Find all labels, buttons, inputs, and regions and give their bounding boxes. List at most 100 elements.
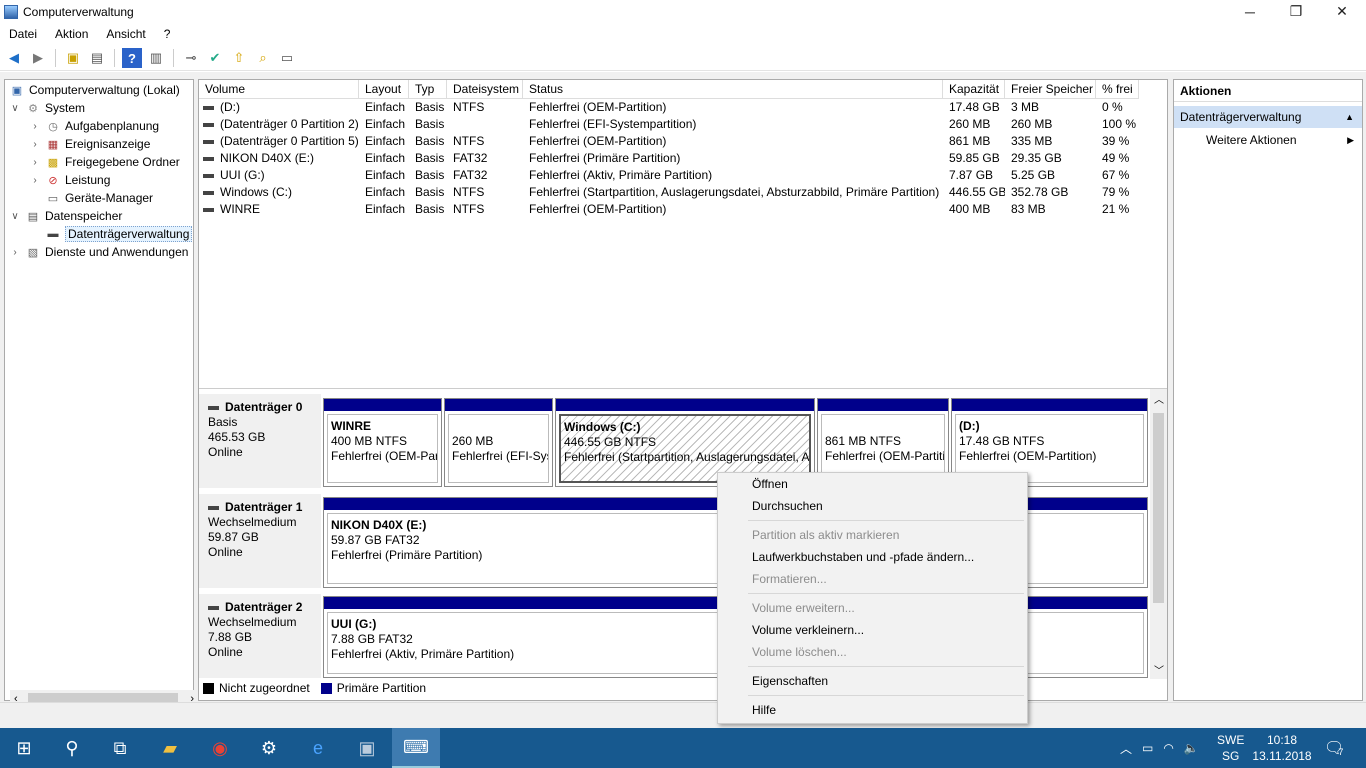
actions-section-datentraegerverwaltung[interactable]: Datenträgerverwaltung ▲ [1174,106,1362,128]
notifications-icon[interactable]: 🗨 7 [1324,728,1344,768]
tree-item-ereignisanzeige[interactable]: › ▦ Ereignisanzeige [29,135,150,153]
tree-item-leistung[interactable]: › ⊘ Leistung [29,171,110,189]
column-header-layout[interactable]: Layout [359,80,409,98]
menu-item-explore[interactable]: Durchsuchen [752,499,823,513]
table-row[interactable]: WINRE Einfach Basis NTFS Fehlerfrei (OEM-Par… [199,201,1139,218]
volume-drive-icon [203,207,214,212]
table-cell: Basis [415,134,445,148]
table-cell: Einfach [365,117,406,131]
column-header-freier-speicher[interactable]: Freier Speicher [1005,80,1096,98]
chevron-right-icon[interactable]: › [9,247,21,258]
menu-datei[interactable]: Datei [0,27,46,41]
tree-item-dienste[interactable]: › ▧ Dienste und Anwendungen [9,243,188,261]
settings-gear-icon[interactable]: ⚙ [245,728,293,768]
connect-drive-icon[interactable]: ⊸ [181,48,201,68]
menu-item-shrink-volume[interactable]: Volume verkleinern... [752,623,864,637]
upload-folder-icon[interactable]: ⇧ [229,48,249,68]
table-cell: Einfach [365,100,406,114]
clock[interactable]: 10:18 13.11.2018 [1252,728,1311,768]
column-header-status[interactable]: Status [523,80,943,98]
graphic-vertical-scrollbar[interactable]: ︿ ﹀ [1150,389,1167,679]
chevron-right-icon[interactable]: › [29,121,41,132]
wifi-icon[interactable]: ◠ [1163,741,1173,755]
table-cell: Basis [415,117,445,131]
start-windows-icon[interactable]: ⊞ [0,728,48,768]
table-cell: 7.87 GB [949,168,994,182]
table-row[interactable]: (D:) Einfach Basis NTFS Fehlerfrei (OEM-Part… [199,99,1139,116]
chevron-right-icon[interactable]: › [29,175,41,186]
table-row[interactable]: UUI (G:) Einfach Basis FAT32 Fehlerfrei (Akt… [199,167,1139,184]
disk-label-2[interactable]: Datenträger 2 Wechselmedium 7.88 GB Onli… [199,594,321,679]
chevron-down-icon[interactable]: ∨ [9,211,21,222]
actions-pane: Aktionen Datenträgerverwaltung ▲ Weitere … [1173,79,1363,701]
show-hide-tree-icon[interactable]: ▤ [87,48,107,68]
chevron-right-icon[interactable]: › [29,139,41,150]
menu-aktion[interactable]: Aktion [46,27,97,41]
menu-ansicht[interactable]: Ansicht [97,27,154,41]
tree-item-aufgabenplanung[interactable]: › ◷ Aufgabenplanung [29,117,159,135]
table-cell: NTFS [453,185,485,199]
tree-item-datentraegerverwaltung[interactable]: ▬ Datenträgerverwaltung [45,225,193,243]
disk-label-0[interactable]: Datenträger 0 Basis 465.53 GB Online [199,394,321,489]
properties-icon[interactable]: ▭ [277,48,297,68]
menu-item-properties[interactable]: Eigenschaften [752,674,828,688]
table-row[interactable]: Windows (C:) Einfach Basis NTFS Fehlerfrei (… [199,184,1139,201]
maximize-button[interactable]: ❐ [1273,0,1319,23]
battery-icon[interactable]: ▭ [1142,741,1153,755]
tree-item-system[interactable]: ∨ ⚙ System [9,99,85,117]
table-cell: Fehlerfrei (OEM-Partition) [529,134,667,148]
remote-desktop-icon[interactable]: ▣ [343,728,391,768]
tree-item-root[interactable]: ▣ Computerverwaltung (Lokal) [9,81,180,99]
column-header-prozent-frei[interactable]: % frei [1096,80,1139,98]
tree-item-datenspeicher[interactable]: ∨ ▤ Datenspeicher [9,207,122,225]
table-row[interactable]: (Datenträger 0 Partition 2) Einfach Basis F… [199,116,1139,133]
menu-item-open[interactable]: Öffnen [752,477,788,491]
column-header-kapazitaet[interactable]: Kapazität [943,80,1005,98]
volume-icon[interactable]: 🔈 [1184,741,1199,755]
task-view-icon[interactable]: ⧉ [96,728,144,768]
minimize-button[interactable]: ─ [1227,0,1273,23]
table-cell: (D:) [199,99,359,116]
menu-item-help[interactable]: Hilfe [752,703,776,717]
collapse-up-icon[interactable]: ▲ [1345,106,1354,128]
menu-item-change-drive-letter[interactable]: Laufwerkbuchstaben und -pfade ändern... [752,550,974,564]
computer-management-taskbar-icon[interactable]: ⌨ [392,728,440,768]
up-folder-icon[interactable]: ▣ [63,48,83,68]
chevron-right-icon[interactable]: › [29,157,41,168]
clock-icon: ◷ [48,120,58,133]
partition-winre[interactable]: WINRE 400 MB NTFS Fehlerfrei (OEM-Par [323,398,442,487]
table-cell: 83 MB [1011,202,1046,216]
forward-arrow-icon[interactable]: ▶ [28,48,48,68]
file-explorer-icon[interactable]: ▰ [146,728,194,768]
table-row[interactable]: NIKON D40X (E:) Einfach Basis FAT32 Fehlerfr… [199,150,1139,167]
help-icon[interactable]: ? [122,48,142,68]
toolbar-separator [55,49,56,67]
scrollbar-thumb[interactable] [1153,413,1164,603]
table-row[interactable]: (Datenträger 0 Partition 5) Einfach Basis N… [199,133,1139,150]
further-actions-item[interactable]: Weitere Aktionen ▶ [1174,128,1362,152]
show-hide-action-pane-icon[interactable]: ▥ [146,48,166,68]
column-header-dateisystem[interactable]: Dateisystem [447,80,523,98]
check-icon[interactable]: ✔ [205,48,225,68]
edge-icon[interactable]: e [294,728,342,768]
toolbar: ◀ ▶ ▣ ▤ ? ▥ ⊸ ✔ ⇧ ⌕ ▭ [0,46,1366,71]
volume-drive-icon [203,105,214,110]
input-language[interactable]: SWE SG [1217,728,1244,768]
search-folder-icon[interactable]: ⌕ [253,48,273,68]
menu-help[interactable]: ? [155,27,180,41]
column-header-typ[interactable]: Typ [409,80,447,98]
tree-item-geraete-manager[interactable]: ▭ Geräte-Manager [45,189,153,207]
disk-label-1[interactable]: Datenträger 1 Wechselmedium 59.87 GB Onl… [199,494,321,589]
tree-item-freigegebene-ordner[interactable]: › ▩ Freigegebene Ordner [29,153,179,171]
scroll-down-icon[interactable]: ﹀ [1154,662,1164,677]
chrome-icon[interactable]: ◉ [196,728,244,768]
column-header-volume[interactable]: Volume [199,80,359,98]
back-arrow-icon[interactable]: ◀ [4,48,24,68]
search-icon[interactable]: ⚲ [48,728,96,768]
chevron-up-icon[interactable]: ︿ [1120,740,1132,757]
chevron-down-icon[interactable]: ∨ [9,103,21,114]
scroll-up-icon[interactable]: ︿ [1154,391,1164,406]
table-cell: Fehlerfrei (Startpartition, Auslagerungs… [529,185,940,199]
partition-efi[interactable]: 260 MB Fehlerfrei (EFI-Syst [444,398,553,487]
close-button[interactable]: ✕ [1319,0,1365,23]
